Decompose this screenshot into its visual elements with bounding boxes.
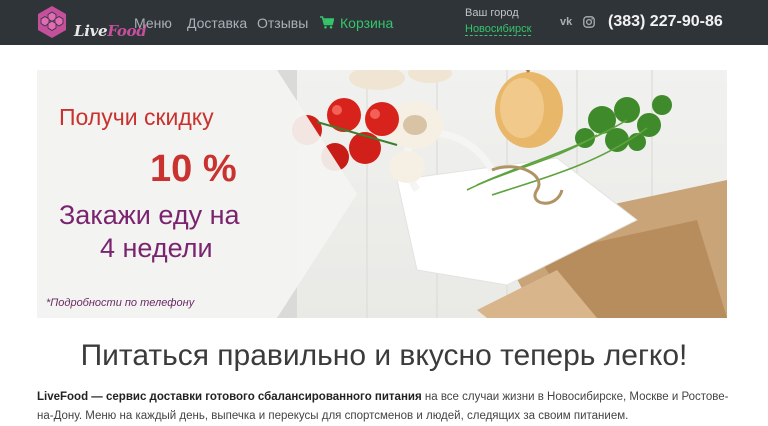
nav-delivery-link[interactable]: Доставка xyxy=(187,15,247,31)
city-label: Ваш город xyxy=(465,7,519,19)
shopping-cart-icon[interactable] xyxy=(320,16,334,29)
city-selector[interactable]: Новосибирск xyxy=(465,23,532,36)
promo-weeks-text: 4 недели xyxy=(100,233,213,263)
promo-banner[interactable]: Получи скидку 10 % Закажи еду на 4 недел… xyxy=(37,70,727,318)
promo-order-text: Закажи еду на xyxy=(59,200,240,230)
promo-discount-title: Получи скидку xyxy=(59,104,214,130)
instagram-icon[interactable] xyxy=(583,16,595,28)
nav-reviews-link[interactable]: Отзывы xyxy=(257,15,308,31)
promo-footnote: *Подробности по телефону xyxy=(46,297,195,309)
nav-menu-link[interactable]: Меню xyxy=(134,15,172,31)
phone-number-link[interactable]: (383) 227-90-86 xyxy=(608,13,723,31)
promo-discount-percent: 10 % xyxy=(150,148,237,190)
top-navbar: LiveFood Меню Доставка Отзывы Корзина Ва… xyxy=(0,0,768,45)
vk-icon[interactable]: vk xyxy=(560,16,572,28)
intro-paragraph: LiveFood — сервис доставки готового сбал… xyxy=(37,388,737,426)
page-headline: Питаться правильно и вкусно теперь легко… xyxy=(80,339,688,372)
logo-link[interactable]: LiveFood xyxy=(34,5,147,41)
intro-brand-text: LiveFood — сервис доставки готового сбал… xyxy=(37,391,422,403)
nav-cart-link[interactable]: Корзина xyxy=(340,15,393,31)
